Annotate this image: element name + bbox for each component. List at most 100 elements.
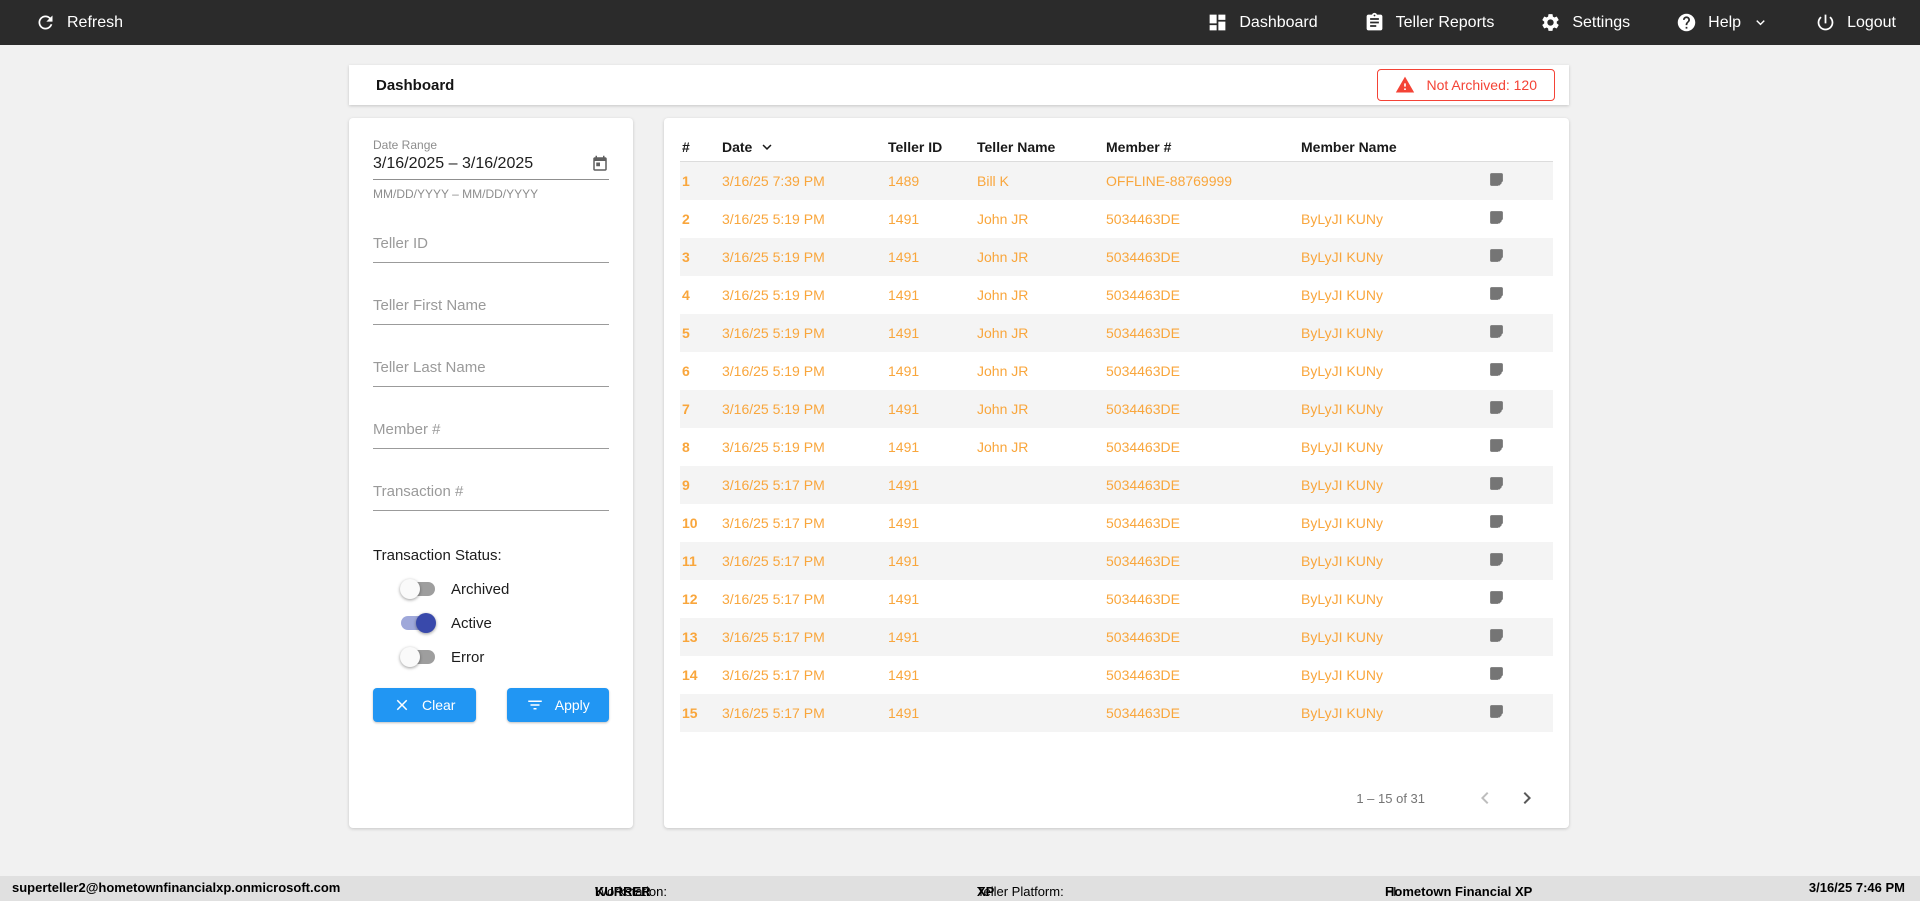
note-icon[interactable] bbox=[1488, 703, 1505, 720]
table-row[interactable]: 2 3/16/25 5:19 PM 1491 John JR 5034463DE ByLy… bbox=[680, 200, 1553, 238]
topbar-item-label: Help bbox=[1708, 13, 1742, 31]
topbar-item-teller-reports[interactable]: Teller Reports bbox=[1364, 12, 1494, 33]
field-placeholder: Transaction # bbox=[373, 483, 464, 500]
field-placeholder: Member # bbox=[373, 421, 441, 438]
note-icon[interactable] bbox=[1488, 589, 1505, 606]
column-header-date[interactable]: Date bbox=[720, 138, 886, 156]
topbar-item-help[interactable]: Help bbox=[1676, 12, 1769, 33]
column-header-member-name: Member Name bbox=[1301, 138, 1397, 155]
toggle-switch-archived[interactable] bbox=[400, 579, 436, 599]
cell-member-name: ByLyJI KUNy bbox=[1301, 553, 1383, 569]
note-icon[interactable] bbox=[1488, 551, 1505, 568]
refresh-button[interactable]: Refresh bbox=[35, 12, 123, 33]
table-row[interactable]: 4 3/16/25 5:19 PM 1491 John JR 5034463DE ByLy… bbox=[680, 276, 1553, 314]
apply-button[interactable]: Apply bbox=[506, 688, 609, 722]
cell-member-num: 5034463DE bbox=[1106, 705, 1180, 721]
cell-note bbox=[1486, 399, 1553, 419]
table-row[interactable]: 10 3/16/25 5:17 PM 1491 5034463DE ByLyJI KUN… bbox=[680, 504, 1553, 542]
gear-icon bbox=[1540, 12, 1561, 33]
table-row[interactable]: 3 3/16/25 5:19 PM 1491 John JR 5034463DE ByLy… bbox=[680, 238, 1553, 276]
table-row[interactable]: 12 3/16/25 5:17 PM 1491 5034463DE ByLyJI KUN… bbox=[680, 580, 1553, 618]
note-icon[interactable] bbox=[1488, 665, 1505, 682]
date-range-input[interactable]: 3/16/2025 – 3/16/2025 bbox=[373, 155, 609, 180]
topbar-item-logout[interactable]: Logout bbox=[1815, 12, 1896, 33]
table-row[interactable]: 9 3/16/25 5:17 PM 1491 5034463DE ByLyJI KUNy bbox=[680, 466, 1553, 504]
note-icon[interactable] bbox=[1488, 513, 1505, 530]
cell-member-num: 5034463DE bbox=[1106, 363, 1180, 379]
apply-button-label: Apply bbox=[554, 697, 590, 713]
table-row[interactable]: 11 3/16/25 5:17 PM 1491 5034463DE ByLyJI KUN… bbox=[680, 542, 1553, 580]
cell-member-name: ByLyJI KUNy bbox=[1301, 211, 1383, 227]
dashboard-icon bbox=[1207, 12, 1228, 33]
toggle-label: Archived bbox=[451, 580, 510, 598]
toggle-error[interactable]: Error bbox=[373, 646, 609, 668]
pagination-range: 1 – 15 of 31 bbox=[1356, 790, 1425, 806]
cell-num: 7 bbox=[682, 401, 690, 417]
cell-teller-name: John JR bbox=[977, 287, 1029, 303]
not-archived-badge[interactable]: Not Archived: 120 bbox=[1377, 69, 1555, 101]
teller-first-name-field[interactable]: Teller First Name bbox=[373, 297, 609, 325]
teller-last-name-field[interactable]: Teller Last Name bbox=[373, 359, 609, 387]
note-icon[interactable] bbox=[1488, 323, 1505, 340]
cell-note bbox=[1486, 361, 1553, 381]
note-icon[interactable] bbox=[1488, 285, 1505, 302]
table-row[interactable]: 5 3/16/25 5:19 PM 1491 John JR 5034463DE ByLy… bbox=[680, 314, 1553, 352]
date-range-helper: MM/DD/YYYY – MM/DD/YYYY bbox=[373, 187, 539, 201]
table-row[interactable]: 15 3/16/25 5:17 PM 1491 5034463DE ByLyJI KUN… bbox=[680, 694, 1553, 732]
cell-member-num: 5034463DE bbox=[1106, 553, 1180, 569]
field-placeholder: Teller Last Name bbox=[373, 359, 486, 376]
pagination-next-button[interactable] bbox=[1515, 786, 1539, 810]
table-row[interactable]: 8 3/16/25 5:19 PM 1491 John JR 5034463DE ByLy… bbox=[680, 428, 1553, 466]
chevron-down-icon bbox=[1752, 14, 1769, 31]
member-field[interactable]: Member # bbox=[373, 421, 609, 449]
topbar-item-dashboard[interactable]: Dashboard bbox=[1207, 12, 1318, 33]
pagination-prev-button[interactable] bbox=[1473, 786, 1497, 810]
note-icon[interactable] bbox=[1488, 361, 1505, 378]
filter-panel: Date Range 3/16/2025 – 3/16/2025 MM/DD/Y… bbox=[349, 118, 633, 828]
toggle-archived[interactable]: Archived bbox=[373, 578, 609, 600]
cell-date: 3/16/25 5:19 PM bbox=[722, 287, 825, 303]
cell-date: 3/16/25 5:19 PM bbox=[722, 401, 825, 417]
note-icon[interactable] bbox=[1488, 171, 1505, 188]
topbar: Refresh Dashboard Teller Reports Settings H… bbox=[0, 0, 1920, 45]
toggle-switch-error[interactable] bbox=[400, 647, 436, 667]
table-row[interactable]: 14 3/16/25 5:17 PM 1491 5034463DE ByLyJI KUN… bbox=[680, 656, 1553, 694]
table-row[interactable]: 7 3/16/25 5:19 PM 1491 John JR 5034463DE ByLy… bbox=[680, 390, 1553, 428]
date-range-label: Date Range bbox=[373, 138, 438, 152]
toggle-active[interactable]: Active bbox=[373, 612, 609, 634]
transaction-status-toggles: Archived Active Error bbox=[373, 578, 609, 668]
toggle-switch-active[interactable] bbox=[400, 613, 436, 633]
table-row[interactable]: 13 3/16/25 5:17 PM 1491 5034463DE ByLyJI KUN… bbox=[680, 618, 1553, 656]
cell-member-name: ByLyJI KUNy bbox=[1301, 287, 1383, 303]
table-row[interactable]: 6 3/16/25 5:19 PM 1491 John JR 5034463DE ByLy… bbox=[680, 352, 1553, 390]
cell-member-name: ByLyJI KUNy bbox=[1301, 705, 1383, 721]
cell-teller-name: John JR bbox=[977, 249, 1029, 265]
cell-teller-id: 1491 bbox=[888, 515, 920, 531]
cell-teller-id: 1491 bbox=[888, 211, 920, 227]
calendar-icon[interactable] bbox=[591, 155, 609, 173]
transaction-field[interactable]: Transaction # bbox=[373, 483, 609, 511]
note-icon[interactable] bbox=[1488, 209, 1505, 226]
help-icon bbox=[1676, 12, 1697, 33]
cell-member-num: 5034463DE bbox=[1106, 439, 1180, 455]
cell-num: 5 bbox=[682, 325, 690, 341]
cell-teller-id: 1491 bbox=[888, 325, 920, 341]
cell-note bbox=[1486, 209, 1553, 229]
note-icon[interactable] bbox=[1488, 247, 1505, 264]
cell-member-name: ByLyJI KUNy bbox=[1301, 515, 1383, 531]
cell-note bbox=[1486, 475, 1553, 495]
note-icon[interactable] bbox=[1488, 437, 1505, 454]
cell-member-name: ByLyJI KUNy bbox=[1301, 325, 1383, 341]
cell-date: 3/16/25 7:39 PM bbox=[722, 173, 825, 189]
note-icon[interactable] bbox=[1488, 399, 1505, 416]
table-row[interactable]: 1 3/16/25 7:39 PM 1489 Bill K OFFLINE-887699… bbox=[680, 162, 1553, 200]
clear-button[interactable]: Clear bbox=[373, 688, 476, 722]
note-icon[interactable] bbox=[1488, 627, 1505, 644]
topbar-item-settings[interactable]: Settings bbox=[1540, 12, 1630, 33]
teller-id-field[interactable]: Teller ID bbox=[373, 235, 609, 263]
cell-member-name: ByLyJI KUNy bbox=[1301, 477, 1383, 493]
cell-member-num: 5034463DE bbox=[1106, 477, 1180, 493]
cell-note bbox=[1486, 437, 1553, 457]
note-icon[interactable] bbox=[1488, 475, 1505, 492]
cell-teller-id: 1491 bbox=[888, 363, 920, 379]
